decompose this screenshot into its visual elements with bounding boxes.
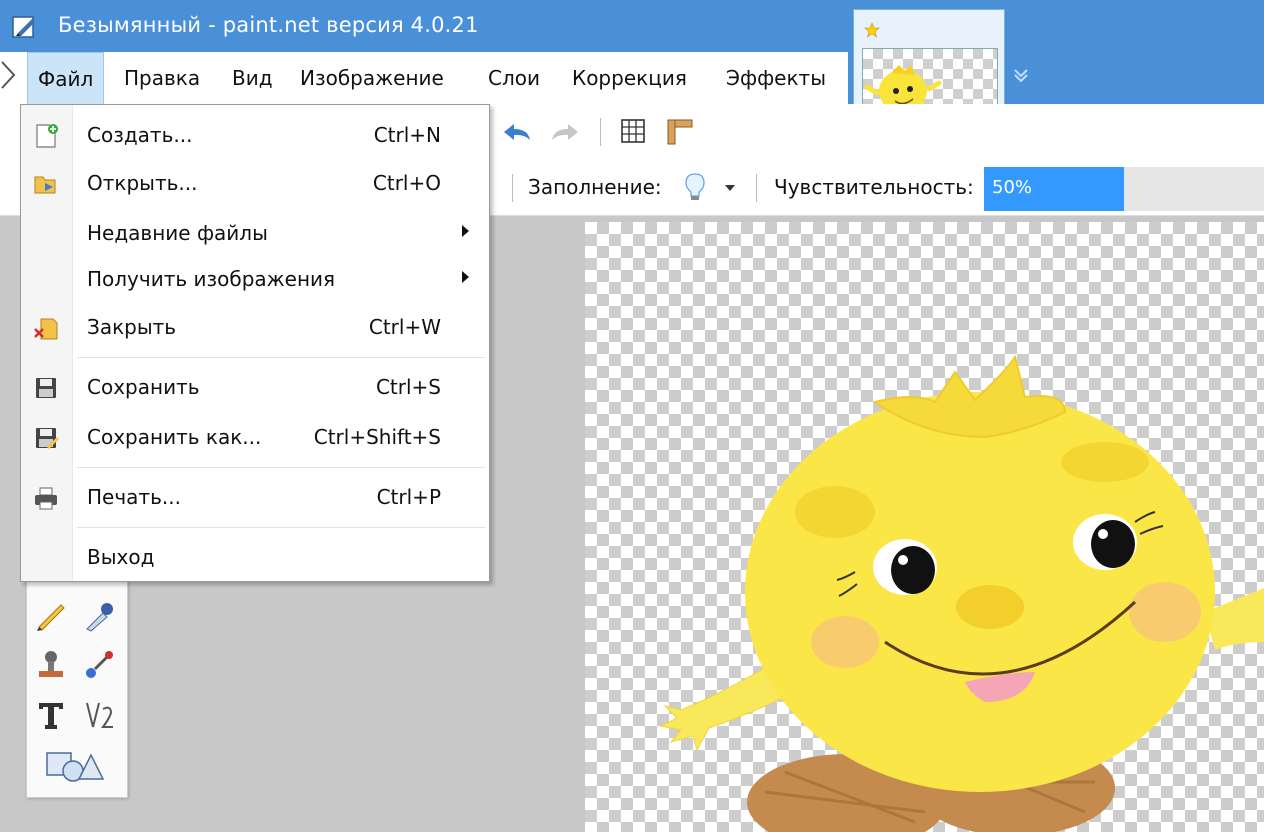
title-bar: Безымянный - paint.net версия 4.0.21: [0, 0, 1264, 52]
menu-view[interactable]: Вид: [222, 52, 283, 104]
menu-adjustments[interactable]: Коррекция: [562, 52, 697, 104]
paintnet-app-icon[interactable]: [12, 14, 38, 40]
menu-item-label: Недавние файлы: [87, 221, 268, 245]
image-canvas[interactable]: [585, 222, 1264, 832]
sensitivity-label: Чувствительность:: [774, 175, 974, 199]
menu-bar: Файл Правка Вид Изображение Слои Коррекц…: [0, 52, 848, 104]
sensitivity-value: 50%: [992, 177, 1033, 198]
redo-icon[interactable]: [548, 120, 582, 144]
menu-item-acquire[interactable]: Получить изображения: [21, 257, 489, 303]
submenu-arrow-icon: [462, 225, 469, 237]
menu-item-shortcut: Ctrl+O: [372, 171, 441, 195]
lightbulb-icon[interactable]: [684, 172, 706, 202]
line-curve-icon[interactable]: [81, 697, 117, 733]
file-menu-dropdown: Создать... Ctrl+N Открыть... Ctrl+O Неда…: [20, 104, 490, 582]
menu-item-shortcut: Ctrl+S: [375, 375, 441, 399]
toolbar-separator: [756, 174, 757, 202]
menu-item-new[interactable]: Создать... Ctrl+N: [21, 113, 489, 159]
menu-item-print[interactable]: Печать... Ctrl+P: [21, 475, 489, 521]
menu-effects[interactable]: Эффекты: [716, 52, 836, 104]
toolbar-separator: [512, 174, 513, 202]
menu-item-label: Выход: [87, 545, 155, 569]
star-icon: [864, 22, 880, 38]
toolbar-separator: [600, 118, 601, 146]
menu-item-label: Сохранить как...: [87, 425, 262, 449]
menu-item-label: Открыть...: [87, 171, 198, 195]
menu-item-shortcut: Ctrl+W: [368, 315, 441, 339]
tabs-dropdown-icon[interactable]: [1013, 68, 1029, 82]
ruler-icon[interactable]: [664, 116, 694, 146]
menu-item-save[interactable]: Сохранить Ctrl+S: [21, 365, 489, 411]
menu-item-recent-files[interactable]: Недавние файлы: [21, 211, 489, 257]
menu-edit[interactable]: Правка: [114, 52, 210, 104]
menu-separator: [77, 527, 485, 528]
chevron-left-icon: [1, 61, 16, 89]
menu-separator: [77, 467, 485, 468]
menu-layers[interactable]: Слои: [478, 52, 550, 104]
menu-image[interactable]: Изображение: [290, 52, 454, 104]
window-title: Безымянный - paint.net версия 4.0.21: [58, 13, 479, 37]
grid-icon[interactable]: [620, 118, 646, 144]
menu-item-label: Печать...: [87, 485, 181, 509]
menu-item-label: Создать...: [87, 123, 193, 147]
text-tool-icon[interactable]: [33, 697, 69, 733]
chevron-down-icon[interactable]: [724, 184, 736, 192]
menu-item-save-as[interactable]: Сохранить как... Ctrl+Shift+S: [21, 415, 489, 461]
menu-item-shortcut: Ctrl+Shift+S: [313, 425, 441, 449]
undo-icon[interactable]: [500, 120, 534, 144]
close-file-icon: [34, 318, 58, 340]
menu-item-exit[interactable]: Выход: [21, 535, 489, 581]
kolobok-character: [659, 354, 1264, 832]
menu-item-label: Закрыть: [87, 315, 177, 339]
sensitivity-slider[interactable]: 50%: [984, 167, 1264, 211]
clone-stamp-icon[interactable]: [33, 647, 69, 683]
fill-mode-label: Заполнение:: [528, 175, 662, 199]
menu-item-label: Сохранить: [87, 375, 200, 399]
print-icon: [35, 487, 57, 510]
menu-item-shortcut: Ctrl+N: [373, 123, 441, 147]
menu-item-label: Получить изображения: [87, 267, 336, 291]
open-folder-icon: [34, 176, 56, 194]
shapes-icon[interactable]: [43, 747, 109, 783]
menu-file[interactable]: Файл: [27, 52, 105, 104]
save-icon: [36, 378, 56, 398]
color-picker-icon[interactable]: [81, 597, 117, 633]
save-as-icon: [36, 428, 59, 449]
menu-item-close[interactable]: Закрыть Ctrl+W: [21, 305, 489, 351]
new-file-icon: [36, 124, 58, 148]
submenu-arrow-icon: [462, 271, 469, 283]
tools-panel: [26, 560, 128, 798]
menu-separator: [77, 357, 485, 358]
menu-item-shortcut: Ctrl+P: [376, 485, 441, 509]
pencil-icon[interactable]: [33, 597, 69, 633]
recolor-icon[interactable]: [81, 647, 117, 683]
menu-item-open[interactable]: Открыть... Ctrl+O: [21, 161, 489, 207]
